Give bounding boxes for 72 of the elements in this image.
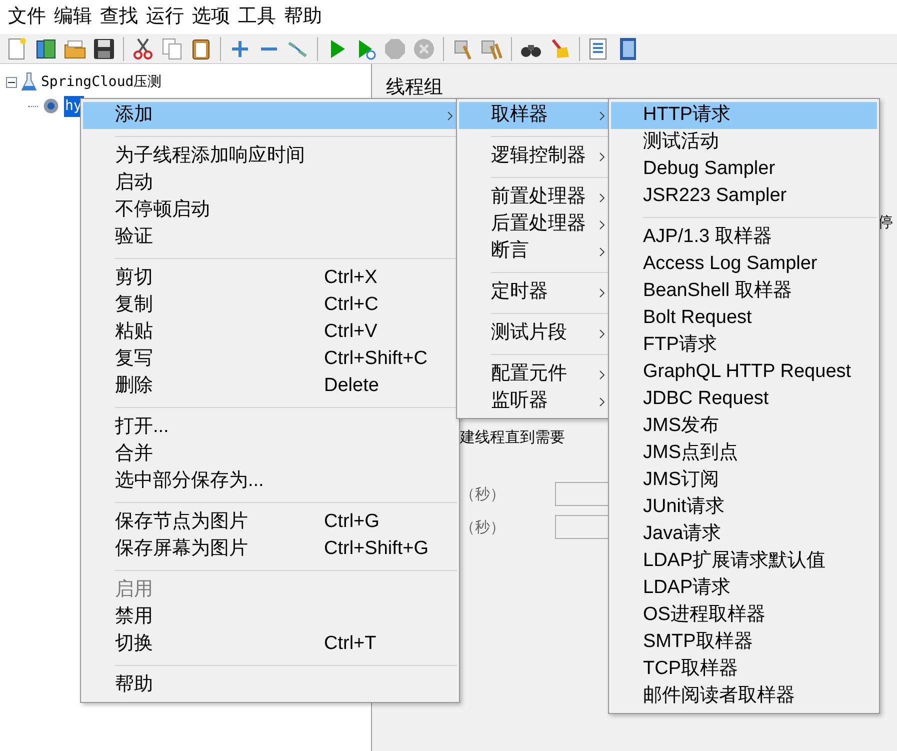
menu-item[interactable]: 断言 [459, 238, 609, 265]
menu-item[interactable]: SMTP取样器 [611, 629, 877, 656]
menu-item[interactable]: HTTP请求 [611, 102, 877, 129]
menu-item[interactable]: 为子线程添加响应时间 [83, 143, 457, 170]
panel-text: 建线程直到需要 [460, 428, 565, 448]
menu-item[interactable]: AJP/1.3 取样器 [611, 224, 877, 251]
menu-item[interactable]: 逻辑控制器 [459, 143, 609, 170]
shortcut-text: Ctrl+G [324, 510, 380, 534]
gear-icon [42, 97, 60, 115]
menu-item[interactable]: 保存屏幕为图片 Ctrl+Shift+G [83, 536, 457, 563]
menu-item[interactable]: 定时器 [459, 279, 609, 306]
menu-item[interactable]: 粘贴 Ctrl+V [83, 319, 457, 346]
shortcut-text: Ctrl+Shift+C [324, 347, 428, 372]
menu-item[interactable]: 复制 Ctrl+C [83, 292, 457, 319]
menu-item[interactable]: 查找 [96, 4, 142, 30]
menu-item[interactable]: GraphQL HTTP Request [611, 359, 877, 386]
menu-item[interactable]: 取样器 [459, 102, 609, 129]
flask-icon [21, 72, 37, 92]
menu-item[interactable]: OS进程取样器 [611, 602, 877, 629]
menu-item[interactable]: 切换 Ctrl+T [83, 631, 457, 658]
menu-item[interactable]: 删除 Delete [83, 373, 457, 400]
menu-item[interactable]: 保存节点为图片 Ctrl+G [83, 509, 457, 536]
menu-item[interactable]: Java请求 [611, 521, 877, 548]
menu-item[interactable]: JMS订阅 [611, 467, 877, 494]
menu-item[interactable]: 启动 [83, 170, 457, 197]
menu-item[interactable]: 验证 [83, 224, 457, 251]
menu-item[interactable]: 不停顿启动 [83, 197, 457, 224]
menu-item[interactable]: 打开... [83, 414, 457, 441]
menu-item[interactable]: 合并 [83, 441, 457, 468]
shortcut-text: Ctrl+Shift+G [324, 537, 429, 562]
menu-item[interactable]: TCP取样器 [611, 656, 877, 683]
field-label: （秒） [460, 518, 505, 538]
menu-item[interactable]: 选中部分保存为... [83, 468, 457, 495]
menu-item[interactable]: 帮助 [83, 672, 457, 699]
menu-item[interactable]: Access Log Sampler [611, 251, 877, 278]
menu-item[interactable]: FTP请求 [611, 332, 877, 359]
shortcut-text: Ctrl+T [324, 632, 376, 656]
shortcut-text: Ctrl+V [324, 320, 378, 344]
menu-item[interactable]: Debug Sampler [611, 156, 877, 183]
menu-item[interactable]: JMS发布 [611, 413, 877, 440]
menu-item[interactable]: Bolt Request [611, 305, 877, 332]
menu-item[interactable]: 前置处理器 [459, 184, 609, 211]
field-label: （秒） [460, 485, 505, 505]
menu-item[interactable]: JMS点到点 [611, 440, 877, 467]
menu-item[interactable]: BeanShell 取样器 [611, 278, 877, 305]
menu-item[interactable]: JDBC Request [611, 386, 877, 413]
collapse-icon[interactable] [6, 76, 17, 88]
menu-item[interactable]: 测试片段 [459, 320, 609, 347]
menu-item[interactable]: 配置元件 [459, 361, 609, 388]
menu-item[interactable]: 工具 [234, 4, 280, 30]
shortcut-text: Ctrl+X [324, 266, 378, 290]
menu-item[interactable]: 运行 [142, 4, 188, 30]
menu-item[interactable]: 测试活动 [611, 129, 877, 156]
menu-item[interactable]: LDAP请求 [611, 575, 877, 602]
tree-node[interactable]: SpringCloud压测 [41, 72, 162, 92]
menu-item[interactable]: 复写 Ctrl+Shift+C [83, 346, 457, 373]
menu-item[interactable]: 监听器 [459, 388, 609, 415]
menu-item[interactable]: JUnit请求 [611, 494, 877, 521]
menu-item[interactable]: 后置处理器 [459, 211, 609, 238]
menu-item[interactable]: JSR223 Sampler [611, 183, 877, 210]
panel-title: 线程组 [386, 76, 444, 100]
menu-item[interactable]: 选项 [188, 4, 234, 30]
menu-item[interactable]: 文件 [4, 4, 50, 30]
menu-item[interactable]: 添加 [83, 102, 457, 129]
shortcut-text: Delete [324, 374, 379, 398]
menu-item[interactable]: 帮助 [280, 4, 326, 30]
menu-item[interactable]: 禁用 [83, 604, 457, 631]
menu-item[interactable]: 编辑 [50, 4, 96, 30]
menu-item[interactable]: 剪切 Ctrl+X [83, 265, 457, 292]
shortcut-text: Ctrl+C [324, 293, 378, 318]
menu-item[interactable]: 邮件阅读者取样器 [611, 683, 877, 710]
menu-item[interactable]: LDAP扩展请求默认值 [611, 548, 877, 575]
